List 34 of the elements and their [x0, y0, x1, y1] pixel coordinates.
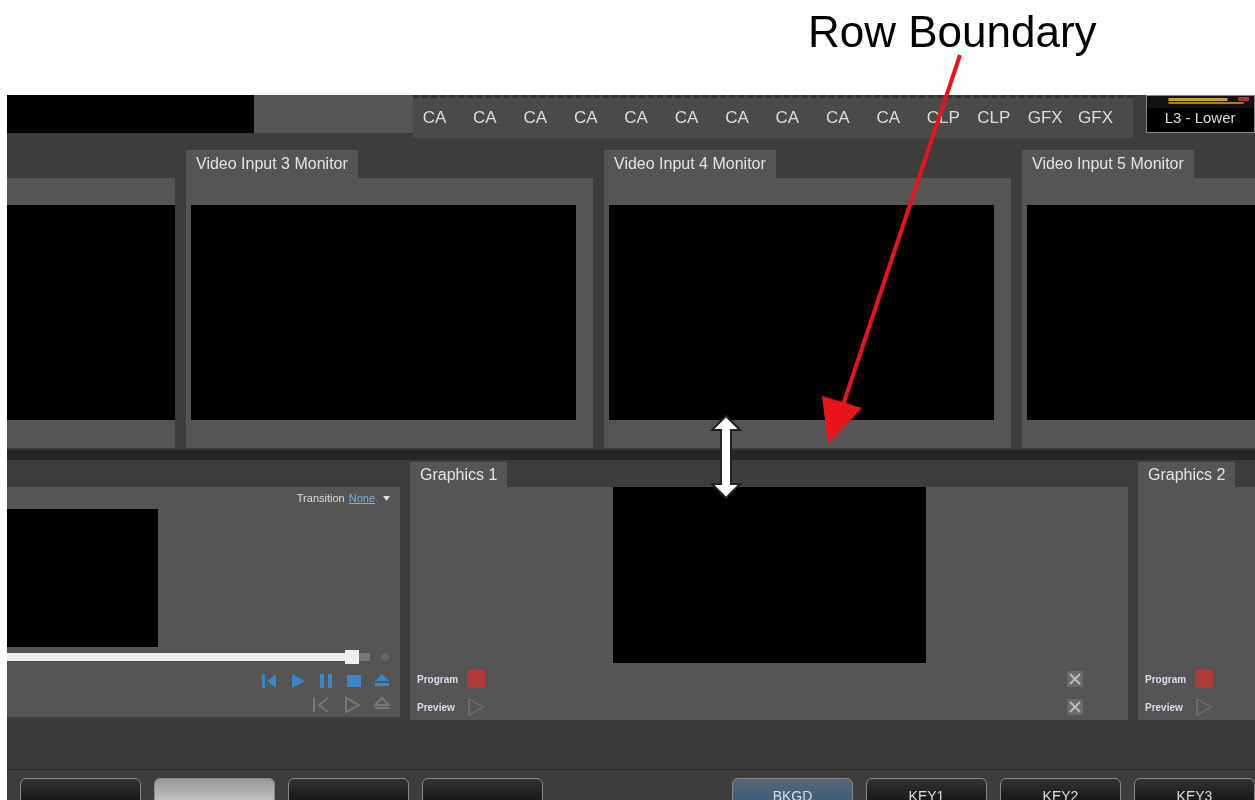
output-label: Preview [417, 700, 456, 715]
thumbnail-label: L3 - Lower [1163, 108, 1237, 128]
output-label: Preview [1145, 700, 1184, 715]
transition-link[interactable]: None [348, 489, 375, 507]
key-button[interactable]: KEY2 [1000, 778, 1121, 800]
skip-icon[interactable] [260, 672, 278, 690]
slider-thumb[interactable] [345, 650, 360, 664]
panel-tab[interactable]: Video Input 5 Monitor [1022, 150, 1194, 178]
panel-tab[interactable]: Graphics 1 [410, 462, 508, 487]
resize-cursor-icon [710, 414, 742, 500]
stop-icon[interactable] [467, 670, 485, 688]
dropdown-icon[interactable] [383, 495, 390, 501]
annotation-label: Row Boundary [808, 7, 1097, 56]
stop-icon[interactable] [346, 672, 362, 690]
bus-button[interactable] [422, 778, 544, 800]
transition-label: Transition [296, 490, 345, 506]
skip-icon [312, 696, 330, 714]
play-icon[interactable] [290, 672, 306, 690]
key-button[interactable]: BKGD [731, 778, 853, 800]
bus-button[interactable] [20, 778, 141, 800]
panel-tab[interactable]: Video Input 4 Monitor [604, 150, 776, 178]
graphics-thumbnail[interactable]: L3 - Lower [1145, 95, 1255, 133]
pause-icon[interactable] [318, 672, 334, 690]
play-icon [344, 696, 360, 714]
output-label: Program [417, 672, 460, 687]
output-label: Program [1145, 672, 1188, 687]
bus-button[interactable] [288, 778, 410, 800]
close-icon[interactable] [1067, 699, 1083, 715]
close-icon[interactable] [1067, 671, 1083, 687]
key-button[interactable]: KEY1 [866, 778, 987, 800]
key-button[interactable]: KEY3 [1134, 778, 1255, 800]
panel-tab[interactable]: Graphics 2 [1138, 462, 1236, 487]
panel-tab[interactable]: Video Input 3 Monitor [186, 150, 358, 178]
stop-icon[interactable] [1195, 670, 1213, 688]
